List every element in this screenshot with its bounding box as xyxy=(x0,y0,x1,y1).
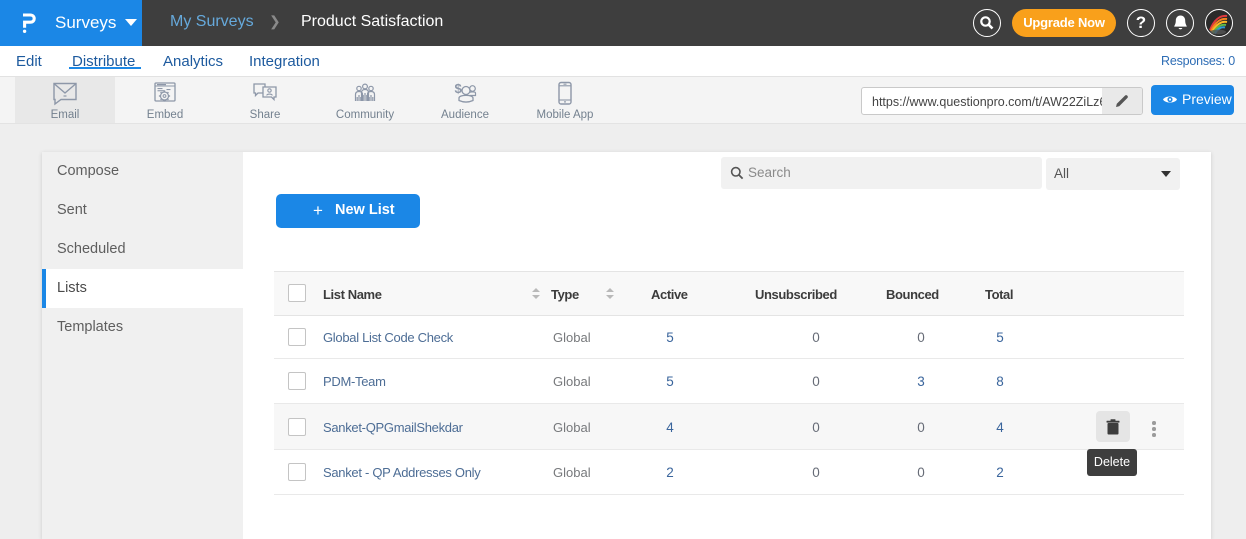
svg-text:$: $ xyxy=(455,81,463,96)
